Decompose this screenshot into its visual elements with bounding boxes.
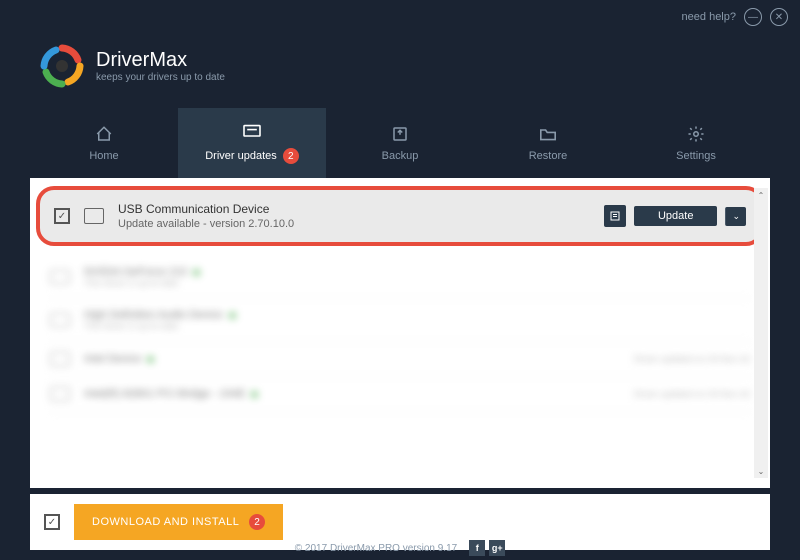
nav-driver-updates[interactable]: Driver updates 2 [178,108,326,178]
help-link[interactable]: need help? [682,11,736,23]
app-logo [40,44,84,88]
close-button[interactable]: ✕ [770,8,788,26]
device-name: USB Communication Device [118,202,590,216]
download-install-button[interactable]: DOWNLOAD AND INSTALL 2 [74,504,283,540]
install-badge: 2 [249,514,265,530]
install-label: DOWNLOAD AND INSTALL [92,516,239,528]
app-title: DriverMax [96,49,225,72]
copyright: © 2017 DriverMax PRO version 9.17 [295,543,457,554]
scroll-up-icon[interactable]: ⌃ [754,188,768,202]
footer: © 2017 DriverMax PRO version 9.17 f g+ [0,540,800,556]
device-icon [84,208,104,224]
app-tagline: keeps your drivers up to date [96,72,225,83]
facebook-icon[interactable]: f [469,540,485,556]
scroll-down-icon[interactable]: ⌄ [754,464,768,478]
backup-icon [390,124,410,144]
minimize-button[interactable]: — [744,8,762,26]
driver-list-panel: ✓ USB Communication Device Update availa… [30,178,770,488]
device-status: Update available - version 2.70.10.0 [118,218,590,230]
app-header: DriverMax keeps your drivers up to date [0,34,800,108]
list-item: Intel(R) 82801 PCI Bridge - 244EDriver u… [50,377,750,412]
update-dropdown[interactable]: ⌄ [725,207,746,226]
updates-badge: 2 [283,148,299,164]
update-button[interactable]: Update [634,206,717,226]
nav-settings[interactable]: Settings [622,108,770,178]
list-item: NVIDIA GeForce 210This driver is up-to-d… [50,256,750,299]
details-button[interactable] [604,205,626,227]
list-item: High Definition Audio DeviceThis driver … [50,299,750,342]
folder-icon [538,124,558,144]
driver-checkbox[interactable]: ✓ [54,208,70,224]
scrollbar[interactable]: ⌃ ⌄ [754,188,768,478]
google-plus-icon[interactable]: g+ [489,540,505,556]
driver-row-highlighted: ✓ USB Communication Device Update availa… [36,186,764,246]
nav-home[interactable]: Home [30,108,178,178]
list-item: Intel DeviceDriver updated on 03-Nov-16 [50,342,750,377]
main-nav: Home Driver updates 2 Backup Restore Sett… [0,108,800,178]
select-all-checkbox[interactable]: ✓ [44,514,60,530]
blurred-driver-list: NVIDIA GeForce 210This driver is up-to-d… [30,252,770,416]
home-icon [94,124,114,144]
nav-backup[interactable]: Backup [326,108,474,178]
monitor-icon [242,122,262,142]
gear-icon [686,124,706,144]
nav-restore[interactable]: Restore [474,108,622,178]
nav-updates-label: Driver updates [205,150,277,162]
